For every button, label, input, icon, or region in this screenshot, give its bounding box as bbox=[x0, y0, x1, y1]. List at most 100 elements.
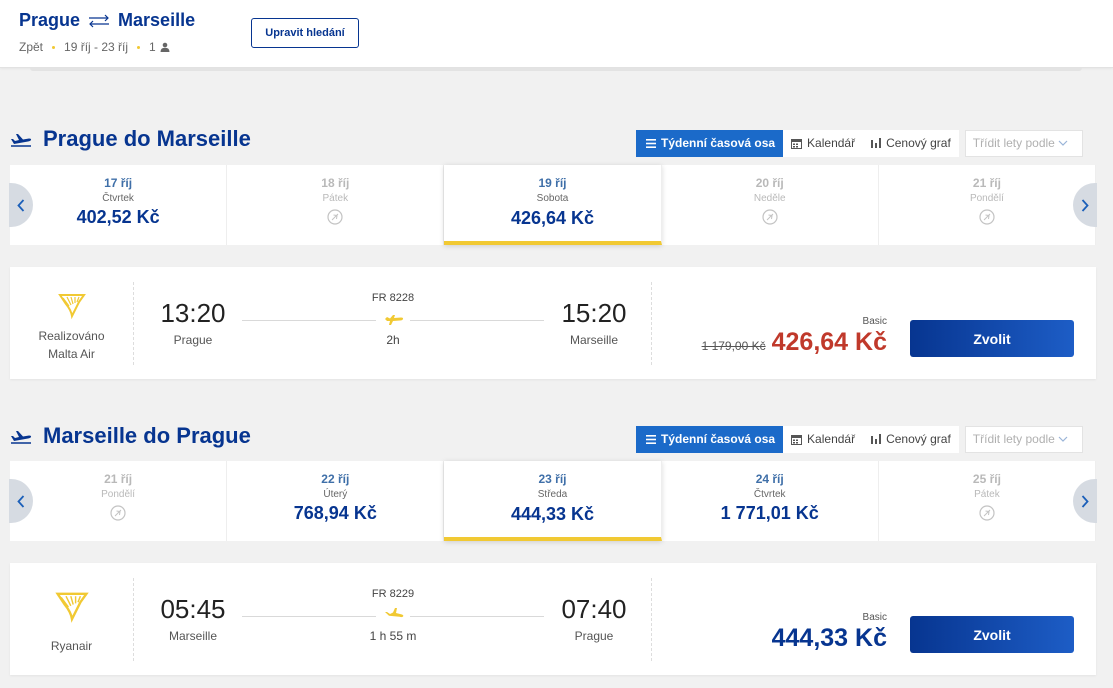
date-option-selected[interactable]: 23 říj Středa 444,33 Kč bbox=[444, 461, 662, 541]
route-line-right bbox=[410, 616, 544, 617]
weekday-label: Pátek bbox=[322, 193, 349, 204]
weekday-label: Neděle bbox=[753, 193, 786, 204]
arrival-city: Marseille bbox=[569, 333, 618, 347]
flight-number: FR 8229 bbox=[371, 588, 415, 600]
carrier-info: Realizováno Malta Air bbox=[10, 282, 134, 365]
separator-dot bbox=[137, 45, 141, 49]
date-option[interactable]: 17 říj Čtvrtek 402,52 Kč bbox=[10, 165, 228, 245]
tab-calendar-label: Kalendář bbox=[807, 432, 856, 446]
flight-number: FR 8228 bbox=[371, 292, 415, 304]
harp-logo-icon bbox=[57, 294, 86, 320]
date-label: 23 říj bbox=[538, 472, 567, 486]
discounted-price: 426,64 Kč bbox=[771, 328, 887, 356]
departure: 13:20 Prague bbox=[143, 298, 243, 347]
select-flight-button[interactable]: Zvolit bbox=[910, 616, 1074, 653]
weekday-label: Pondělí bbox=[101, 489, 136, 500]
swap-arrows-icon bbox=[89, 14, 110, 27]
departure-time: 13:20 bbox=[160, 298, 226, 328]
weekday-label: Pátek bbox=[974, 489, 1000, 500]
arrival-city: Prague bbox=[574, 629, 614, 643]
date-option[interactable]: 24 říj Čtvrtek 1 771,01 Kč bbox=[662, 461, 879, 541]
sort-flights-select[interactable]: Třídit lety podle bbox=[964, 425, 1083, 453]
sort-placeholder: Třídit lety podle bbox=[972, 136, 1055, 150]
weekday-label: Úterý bbox=[323, 489, 348, 500]
weekday-label: Pondělí bbox=[969, 193, 1004, 204]
fare-type: Basic bbox=[862, 612, 887, 623]
carrier-name: Ryanair bbox=[50, 639, 93, 653]
inbound-view-toolbar: Týdenní časová osa Kalendář Cenový graf … bbox=[636, 425, 1083, 453]
plane-takeoff-icon bbox=[11, 431, 32, 444]
operated-by-label: Realizováno bbox=[38, 329, 105, 343]
chevron-down-icon bbox=[1058, 140, 1068, 146]
trip-meta: Zpět 19 říj - 23 říj 1 bbox=[19, 40, 170, 54]
date-option: 18 říj Pátek bbox=[227, 165, 445, 245]
chevron-left-icon bbox=[17, 494, 25, 508]
inbound-title-text: Marseille do Prague bbox=[43, 423, 251, 448]
plane-takeoff-icon bbox=[11, 134, 32, 147]
no-flight-icon bbox=[110, 505, 126, 521]
arrival: 07:40 Prague bbox=[544, 594, 644, 643]
flight-duration: 1 h 55 m bbox=[369, 629, 417, 643]
arrival-time: 15:20 bbox=[561, 298, 627, 328]
tab-price-chart[interactable]: Cenový graf bbox=[863, 129, 959, 157]
route-line-left bbox=[242, 616, 376, 617]
search-summary-header: Prague Marseille Zpět 19 říj - 23 říj 1 … bbox=[0, 0, 1113, 68]
list-icon bbox=[646, 138, 656, 148]
tab-price-chart-label: Cenový graf bbox=[886, 432, 951, 446]
flight-times: 05:45 Marseille FR 8229 1 h 55 m 07:40 P… bbox=[134, 578, 652, 661]
outbound-view-toolbar: Týdenní časová osa Kalendář Cenový graf … bbox=[636, 129, 1083, 157]
date-label: 21 říj bbox=[972, 176, 1001, 190]
passenger-count: 1 bbox=[149, 40, 156, 54]
date-option-selected[interactable]: 19 říj Sobota 426,64 Kč bbox=[444, 165, 662, 245]
route-title: Prague Marseille bbox=[19, 10, 195, 31]
departure-city: Prague bbox=[173, 333, 213, 347]
date-option: 21 říj Pondělí bbox=[879, 165, 1097, 245]
date-label: 17 říj bbox=[104, 176, 133, 190]
header-divider bbox=[30, 68, 1082, 71]
date-price: 768,94 Kč bbox=[293, 503, 377, 523]
arrival: 15:20 Marseille bbox=[544, 298, 644, 347]
calendar-icon bbox=[791, 138, 803, 149]
route-line bbox=[242, 604, 544, 624]
trip-dates: 19 říj - 23 říj bbox=[64, 40, 129, 54]
back-link[interactable]: Zpět bbox=[19, 40, 43, 54]
list-icon bbox=[646, 434, 656, 444]
no-flight-icon bbox=[327, 209, 343, 225]
date-label: 21 říj bbox=[104, 472, 133, 486]
bar-chart-icon bbox=[871, 434, 882, 444]
date-price: 444,33 Kč bbox=[510, 504, 595, 524]
tab-price-chart[interactable]: Cenový graf bbox=[863, 425, 959, 453]
tab-calendar[interactable]: Kalendář bbox=[783, 425, 864, 453]
chevron-right-icon bbox=[1081, 494, 1089, 508]
weekday-label: Čtvrtek bbox=[102, 193, 134, 204]
outbound-date-strip: 17 říj Čtvrtek 402,52 Kč 18 říj Pátek 19… bbox=[9, 165, 1097, 245]
outbound-title-text: Prague do Marseille bbox=[43, 126, 251, 151]
calendar-icon bbox=[791, 434, 803, 445]
fare-type: Basic bbox=[862, 316, 887, 327]
plane-landing-icon bbox=[385, 608, 404, 618]
tab-calendar-label: Kalendář bbox=[807, 136, 856, 150]
tab-weekly-timeline[interactable]: Týdenní časová osa bbox=[636, 425, 784, 453]
date-label: 20 říj bbox=[755, 176, 784, 190]
tab-calendar[interactable]: Kalendář bbox=[783, 129, 864, 157]
harp-logo-icon bbox=[54, 592, 89, 623]
fare-info: Basic 444,33 Kč bbox=[772, 612, 887, 653]
departure: 05:45 Marseille bbox=[143, 594, 243, 643]
edit-search-button[interactable]: Upravit hledání bbox=[251, 18, 359, 48]
select-flight-button[interactable]: Zvolit bbox=[910, 320, 1074, 357]
tab-weekly-timeline[interactable]: Týdenní časová osa bbox=[636, 129, 784, 157]
date-price: 402,52 Kč bbox=[76, 207, 160, 227]
outbound-section-title: Prague do Marseille bbox=[10, 126, 251, 152]
date-price: 426,64 Kč bbox=[510, 208, 595, 228]
date-label: 24 říj bbox=[755, 472, 784, 486]
sort-flights-select[interactable]: Třídit lety podle bbox=[964, 129, 1083, 157]
route-line-left bbox=[242, 320, 376, 321]
inbound-section-title: Marseille do Prague bbox=[10, 423, 251, 449]
flight-route-info: FR 8228 2h bbox=[242, 292, 544, 347]
original-price: 1 179,00 Kč bbox=[701, 339, 766, 353]
date-label: 25 říj bbox=[972, 472, 1001, 486]
flight-duration: 2h bbox=[386, 333, 400, 347]
date-option[interactable]: 22 říj Úterý 768,94 Kč bbox=[227, 461, 445, 541]
weekday-label: Sobota bbox=[536, 193, 569, 204]
inbound-flight-card: Ryanair 05:45 Marseille FR 8229 1 h 55 m… bbox=[10, 563, 1096, 675]
